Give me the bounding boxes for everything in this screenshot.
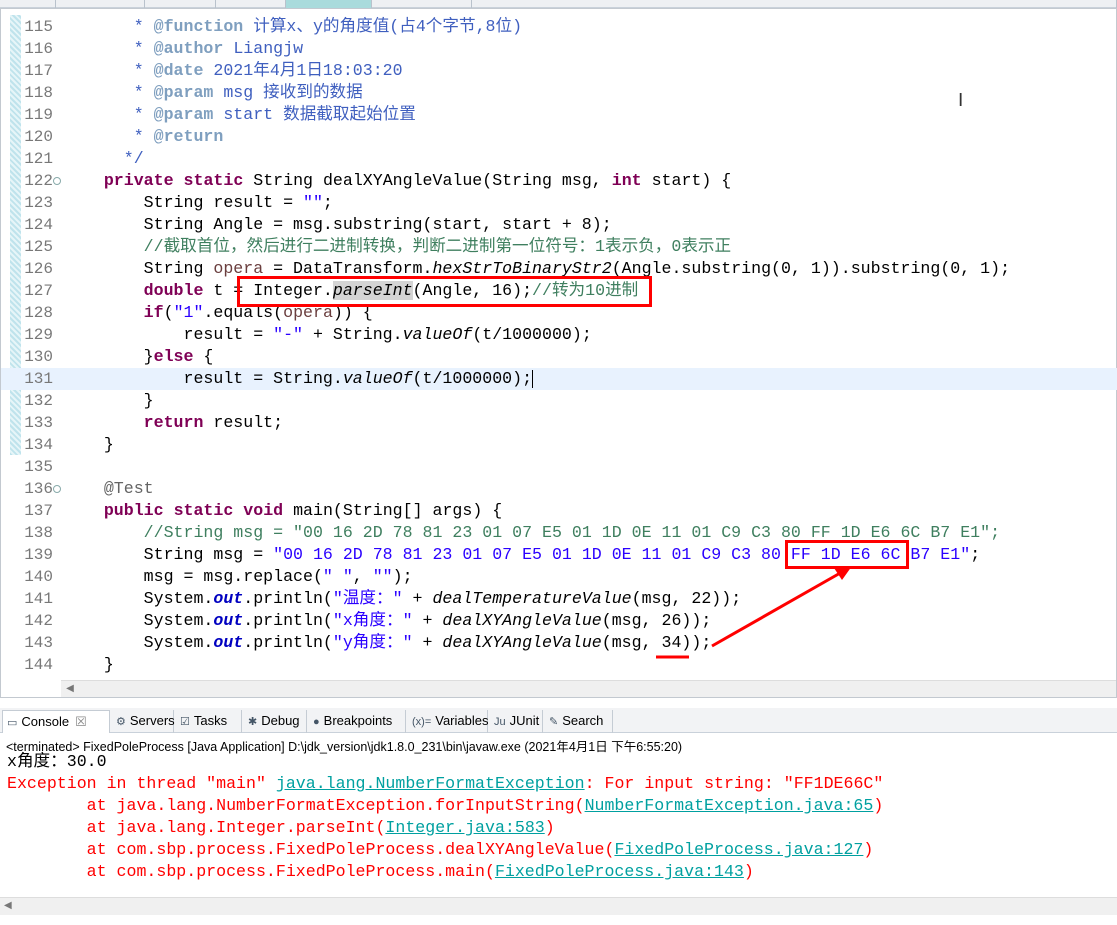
console-text: at com.sbp.process.FixedPoleProcess.deal… bbox=[7, 840, 615, 859]
tab-label: Breakpoints bbox=[323, 713, 393, 728]
console-text: : For input string: "FF1DE66C" bbox=[584, 774, 884, 793]
console-line: x角度：30.0 bbox=[7, 751, 107, 773]
tab-label: JUnit bbox=[509, 713, 540, 728]
stacktrace-link[interactable]: NumberFormatException.java:65 bbox=[585, 796, 874, 815]
tab-label: Console bbox=[21, 714, 70, 729]
tab-label: Search bbox=[562, 713, 604, 728]
console-text: at com.sbp.process.FixedPoleProcess.main… bbox=[7, 862, 495, 881]
tab-servers[interactable]: ⚙ Servers bbox=[112, 710, 175, 733]
console-text: ) bbox=[863, 840, 874, 859]
close-icon[interactable]: ☒ bbox=[75, 714, 87, 729]
search-icon: ✎ bbox=[549, 716, 559, 728]
tab-label: Servers bbox=[129, 713, 175, 728]
console-line: at com.sbp.process.FixedPoleProcess.main… bbox=[7, 861, 754, 883]
variables-icon: (x)= bbox=[412, 716, 432, 728]
tab-console[interactable]: ▭ Console ☒ bbox=[2, 710, 110, 733]
console-text: ) bbox=[873, 796, 884, 815]
console-text: at java.lang.NumberFormatException.forIn… bbox=[7, 796, 585, 815]
console-text: x角度：30.0 bbox=[7, 752, 107, 771]
stacktrace-link[interactable]: java.lang.NumberFormatException bbox=[276, 774, 585, 793]
console-text: at java.lang.Integer.parseInt( bbox=[7, 818, 386, 837]
stacktrace-link[interactable]: FixedPoleProcess.java:143 bbox=[495, 862, 744, 881]
tab-breakpoints[interactable]: ● Breakpoints bbox=[309, 710, 406, 733]
console-line: at java.lang.Integer.parseInt(Integer.ja… bbox=[7, 817, 555, 839]
tab-label: Debug bbox=[261, 713, 300, 728]
stacktrace-link[interactable]: Integer.java:583 bbox=[385, 818, 544, 837]
debug-icon: ✱ bbox=[248, 716, 258, 728]
console-text: Exception in thread "main" bbox=[7, 774, 276, 793]
arrow-line bbox=[711, 570, 843, 648]
tab-junit[interactable]: Ju JUnit bbox=[490, 710, 543, 733]
console-horizontal-scrollbar[interactable]: ◀ bbox=[0, 897, 1117, 915]
servers-icon: ⚙ bbox=[116, 716, 126, 728]
console-line: Exception in thread "main" java.lang.Num… bbox=[7, 773, 883, 795]
tab-search[interactable]: ✎ Search bbox=[545, 710, 613, 733]
console-tab-bar: ▭ Console ☒ ⚙ Servers ☑ Tasks ✱ Debug ● Breakpoint… bbox=[0, 708, 1117, 733]
tab-label: Tasks bbox=[193, 713, 228, 728]
tasks-icon: ☑ bbox=[180, 716, 190, 728]
scroll-left-icon[interactable]: ◀ bbox=[4, 900, 12, 911]
stacktrace-link[interactable]: FixedPoleProcess.java:127 bbox=[614, 840, 863, 859]
console-line: at java.lang.NumberFormatException.forIn… bbox=[7, 795, 884, 817]
tab-label: Variables bbox=[435, 713, 489, 728]
tab-debug[interactable]: ✱ Debug bbox=[244, 710, 307, 733]
console-line: at com.sbp.process.FixedPoleProcess.deal… bbox=[7, 839, 874, 861]
arrow-head bbox=[834, 566, 852, 580]
console-icon: ▭ bbox=[7, 717, 18, 729]
tab-tasks[interactable]: ☑ Tasks bbox=[176, 710, 242, 733]
console-process-info: <terminated> FixedPoleProcess [Java Appl… bbox=[6, 740, 683, 754]
console-text: ) bbox=[544, 818, 555, 837]
breakpoints-icon: ● bbox=[313, 716, 320, 728]
junit-icon: Ju bbox=[494, 716, 506, 728]
tab-variables[interactable]: (x)= Variables bbox=[408, 710, 488, 733]
console-text: ) bbox=[743, 862, 754, 881]
